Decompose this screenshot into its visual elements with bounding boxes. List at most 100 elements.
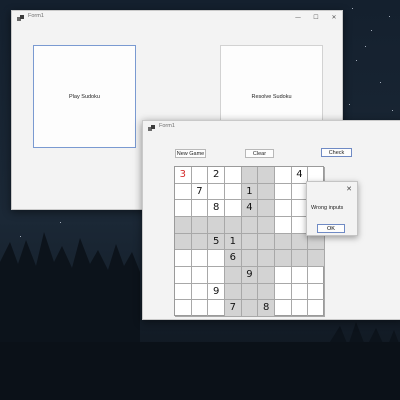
sudoku-cell[interactable] [275,183,292,201]
sudoku-cell[interactable] [225,200,242,217]
sudoku-cell[interactable] [225,217,242,234]
sudoku-cell[interactable] [291,300,309,317]
sudoku-cell[interactable] [225,167,242,184]
sudoku-cell[interactable] [275,250,292,267]
sudoku-cell[interactable] [175,183,192,201]
sudoku-cell[interactable] [258,217,275,234]
sudoku-cell[interactable] [175,217,192,234]
sudoku-cell[interactable] [308,267,325,284]
sudoku-cell[interactable] [191,233,209,251]
sudoku-cell[interactable] [241,233,259,251]
dialog-message: Wrong inputs [311,205,344,211]
sudoku-cell[interactable] [258,200,275,217]
check-button[interactable]: Check [321,148,352,157]
sudoku-cell[interactable] [308,250,325,267]
star [349,104,350,105]
sudoku-cell[interactable] [175,267,192,284]
sudoku-cell[interactable] [241,250,259,267]
sudoku-cell[interactable] [191,250,209,267]
sudoku-cell[interactable] [241,217,259,234]
sudoku-cell[interactable] [175,283,192,301]
sudoku-cell[interactable] [291,233,309,251]
close-icon[interactable]: ✕ [346,185,352,193]
sudoku-cell[interactable]: 9 [241,267,259,284]
sudoku-cell[interactable] [275,200,292,217]
minimize-button[interactable]: — [292,13,304,23]
sudoku-cell[interactable] [241,167,259,184]
sudoku-cell[interactable] [241,300,259,317]
sudoku-cell[interactable] [175,233,192,251]
sudoku-cell[interactable] [291,283,309,301]
title-bar[interactable]: Form1 — ☐ ✕ [12,11,342,25]
sudoku-cell[interactable] [225,283,242,301]
play-sudoku-button[interactable]: Play Sudoku [33,45,136,148]
star [365,46,366,47]
sudoku-cell[interactable]: 1 [241,183,259,201]
sudoku-cell[interactable]: 8 [208,200,225,217]
app-icon [17,15,24,21]
sudoku-cell[interactable] [258,233,275,251]
sudoku-cell[interactable] [175,200,192,217]
star [392,110,393,111]
clear-button[interactable]: Clear [245,149,274,158]
sudoku-cell[interactable]: 2 [208,167,225,184]
sudoku-cell[interactable] [191,200,209,217]
sudoku-cell[interactable]: 6 [225,250,242,267]
sudoku-cell[interactable] [308,300,325,317]
sudoku-cell[interactable] [225,183,242,201]
sudoku-cell[interactable] [191,217,209,234]
app-icon [148,125,155,131]
ok-button[interactable]: OK [317,224,345,233]
sudoku-cell[interactable] [208,250,225,267]
sudoku-cell[interactable] [208,183,225,201]
window-title: Form1 [28,13,44,19]
sudoku-cell[interactable]: 4 [241,200,259,217]
star [356,60,357,61]
sudoku-cell[interactable] [291,250,309,267]
sudoku-cell[interactable] [275,300,292,317]
game-window: Form1 New Game Clear Check 3247184516997… [142,120,400,320]
sudoku-cell[interactable]: 5 [208,233,225,251]
sudoku-cell[interactable] [275,267,292,284]
sudoku-cell[interactable] [275,233,292,251]
sudoku-cell[interactable] [225,267,242,284]
star [371,30,372,31]
sudoku-cell[interactable]: 9 [208,283,225,301]
sudoku-cell[interactable]: 8 [258,300,275,317]
sudoku-cell[interactable] [258,250,275,267]
new-game-button[interactable]: New Game [175,149,206,158]
maximize-button[interactable]: ☐ [310,13,322,23]
sudoku-cell[interactable] [241,283,259,301]
sudoku-cell[interactable]: 7 [191,183,209,201]
sudoku-cell[interactable] [258,283,275,301]
title-bar[interactable]: Form1 [143,121,400,135]
sudoku-cell[interactable] [258,183,275,201]
star [389,16,390,17]
close-button[interactable]: ✕ [328,13,340,23]
sudoku-cell[interactable] [275,167,292,184]
sudoku-cell[interactable] [208,300,225,317]
sudoku-cell[interactable] [191,167,209,184]
window-title: Form1 [159,123,175,129]
sudoku-cell[interactable] [291,267,309,284]
star [352,8,353,9]
sudoku-cell[interactable] [275,217,292,234]
sudoku-cell[interactable] [191,267,209,284]
sudoku-cell[interactable]: 7 [225,300,242,317]
star [380,82,381,83]
message-dialog: ✕ Wrong inputs OK [306,181,358,236]
sudoku-cell[interactable] [308,233,325,251]
sudoku-cell[interactable] [258,267,275,284]
sudoku-cell[interactable] [208,267,225,284]
sudoku-cell[interactable] [191,283,209,301]
sudoku-grid: 32471845169978 [174,166,325,317]
sudoku-cell[interactable] [275,283,292,301]
sudoku-cell[interactable] [191,300,209,317]
sudoku-cell[interactable]: 1 [225,233,242,251]
sudoku-cell[interactable] [208,217,225,234]
sudoku-cell[interactable] [258,167,275,184]
sudoku-cell[interactable]: 3 [175,167,192,184]
sudoku-cell[interactable] [175,300,192,317]
sudoku-cell[interactable] [175,250,192,267]
sudoku-cell[interactable] [308,283,325,301]
